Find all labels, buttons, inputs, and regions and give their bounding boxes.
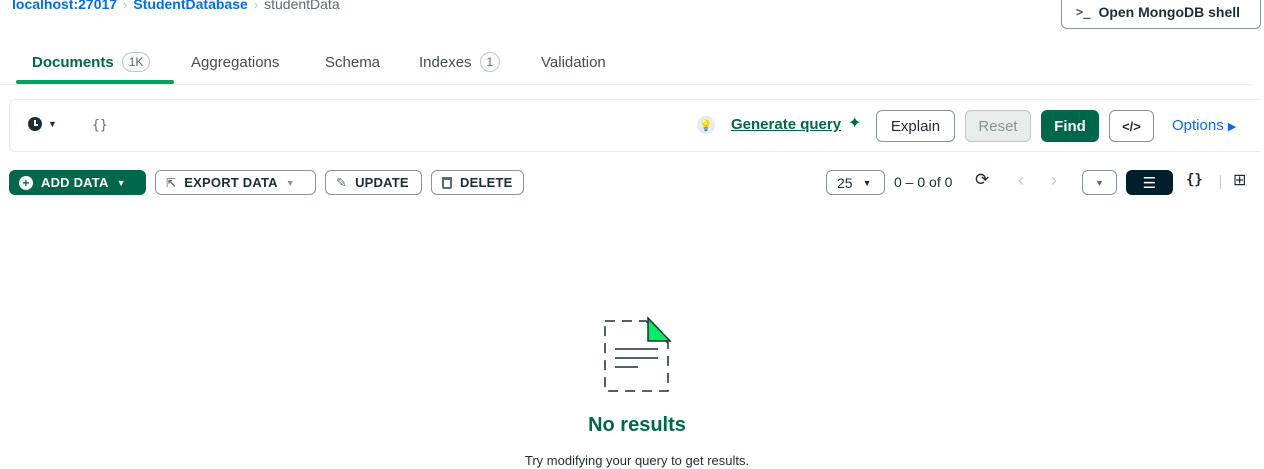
page-size-select[interactable]: 25 ▼ xyxy=(826,170,885,195)
tab-indexes[interactable]: Indexes 1 xyxy=(419,40,501,84)
delete-label: DELETE xyxy=(460,175,513,190)
update-label: UPDATE xyxy=(355,175,409,190)
trash-icon xyxy=(442,176,452,189)
empty-state-title: No results xyxy=(588,414,686,436)
index-count-badge: 1 xyxy=(479,52,501,72)
breadcrumb-separator: › xyxy=(123,0,128,12)
reset-button[interactable]: Reset xyxy=(965,110,1031,142)
pencil-icon: ✎ xyxy=(336,174,348,190)
options-label: Options xyxy=(1172,117,1224,134)
page-size-value: 25 xyxy=(837,174,853,191)
breadcrumb-separator: › xyxy=(253,0,259,12)
terminal-icon: >_ xyxy=(1076,4,1091,19)
export-data-button[interactable]: ⇱ EXPORT DATA ▼ xyxy=(155,170,316,195)
options-toggle[interactable]: Options ▶ xyxy=(1172,117,1236,134)
tab-label: Indexes xyxy=(419,53,472,71)
list-icon: ☰ xyxy=(1142,174,1157,192)
table-view-icon[interactable]: ⊞ xyxy=(1233,170,1246,190)
find-button[interactable]: Find xyxy=(1041,110,1099,142)
sparkle-icon: ✦ xyxy=(848,115,862,132)
export-icon: ⇱ xyxy=(166,175,177,190)
empty-document-icon xyxy=(602,316,672,401)
next-page-icon[interactable]: › xyxy=(1051,170,1057,191)
more-options-dropdown[interactable]: ▼ xyxy=(1082,170,1117,195)
open-shell-label: Open MongoDB shell xyxy=(1098,3,1241,20)
tab-label: Documents xyxy=(32,53,114,71)
export-code-button[interactable]: </> xyxy=(1109,110,1154,142)
refresh-icon[interactable]: ⟳ xyxy=(975,170,989,190)
open-shell-button[interactable]: >_ Open MongoDB shell xyxy=(1061,0,1261,29)
document-count-badge: 1K xyxy=(121,52,151,72)
active-tab-indicator xyxy=(16,80,174,84)
breadcrumb: localhost:27017 › StudentDatabase › stud… xyxy=(12,0,340,13)
query-history-button[interactable]: ▼ xyxy=(28,117,57,131)
list-view-button[interactable]: ☰ xyxy=(1126,170,1173,195)
caret-down-icon: ▼ xyxy=(862,177,872,188)
collection-tabs: Documents 1K Aggregations Schema Indexes… xyxy=(0,40,1252,85)
caret-down-icon: ▼ xyxy=(48,119,57,129)
tab-aggregations[interactable]: Aggregations xyxy=(191,40,279,84)
breadcrumb-host[interactable]: localhost:27017 xyxy=(12,0,117,12)
tab-label: Aggregations xyxy=(191,53,280,71)
view-divider xyxy=(1220,175,1221,189)
caret-down-icon: ▼ xyxy=(116,177,126,188)
breadcrumb-collection: studentData xyxy=(264,0,340,12)
export-data-label: EXPORT DATA xyxy=(184,175,278,190)
delete-button[interactable]: DELETE xyxy=(431,170,524,195)
add-data-label: ADD DATA xyxy=(41,175,109,190)
page-range: 0 – 0 of 0 xyxy=(894,174,953,190)
tab-validation[interactable]: Validation xyxy=(541,40,606,84)
breadcrumb-database[interactable]: StudentDatabase xyxy=(133,0,247,12)
tab-schema[interactable]: Schema xyxy=(325,40,380,84)
tab-documents[interactable]: Documents 1K xyxy=(32,40,151,84)
tab-label: Validation xyxy=(541,53,606,71)
caret-down-icon: ▼ xyxy=(1095,177,1104,188)
previous-page-icon[interactable]: ‹ xyxy=(1018,170,1024,191)
caret-down-icon: ▼ xyxy=(285,177,295,188)
lightbulb-icon: 💡 xyxy=(697,116,715,134)
caret-right-icon: ▶ xyxy=(1227,121,1237,133)
json-view-button[interactable]: {} xyxy=(1186,172,1203,188)
clock-icon xyxy=(28,117,42,131)
tab-label: Schema xyxy=(325,53,381,71)
generate-query-link[interactable]: Generate query xyxy=(731,116,841,133)
plus-circle-icon: + xyxy=(19,175,33,190)
update-button[interactable]: ✎ UPDATE xyxy=(325,170,422,195)
filter-input[interactable]: {} xyxy=(92,118,108,133)
explain-button[interactable]: Explain xyxy=(876,110,955,142)
add-data-button[interactable]: + ADD DATA ▼ xyxy=(9,170,146,195)
empty-state-subtitle: Try modifying your query to get results. xyxy=(524,453,750,468)
